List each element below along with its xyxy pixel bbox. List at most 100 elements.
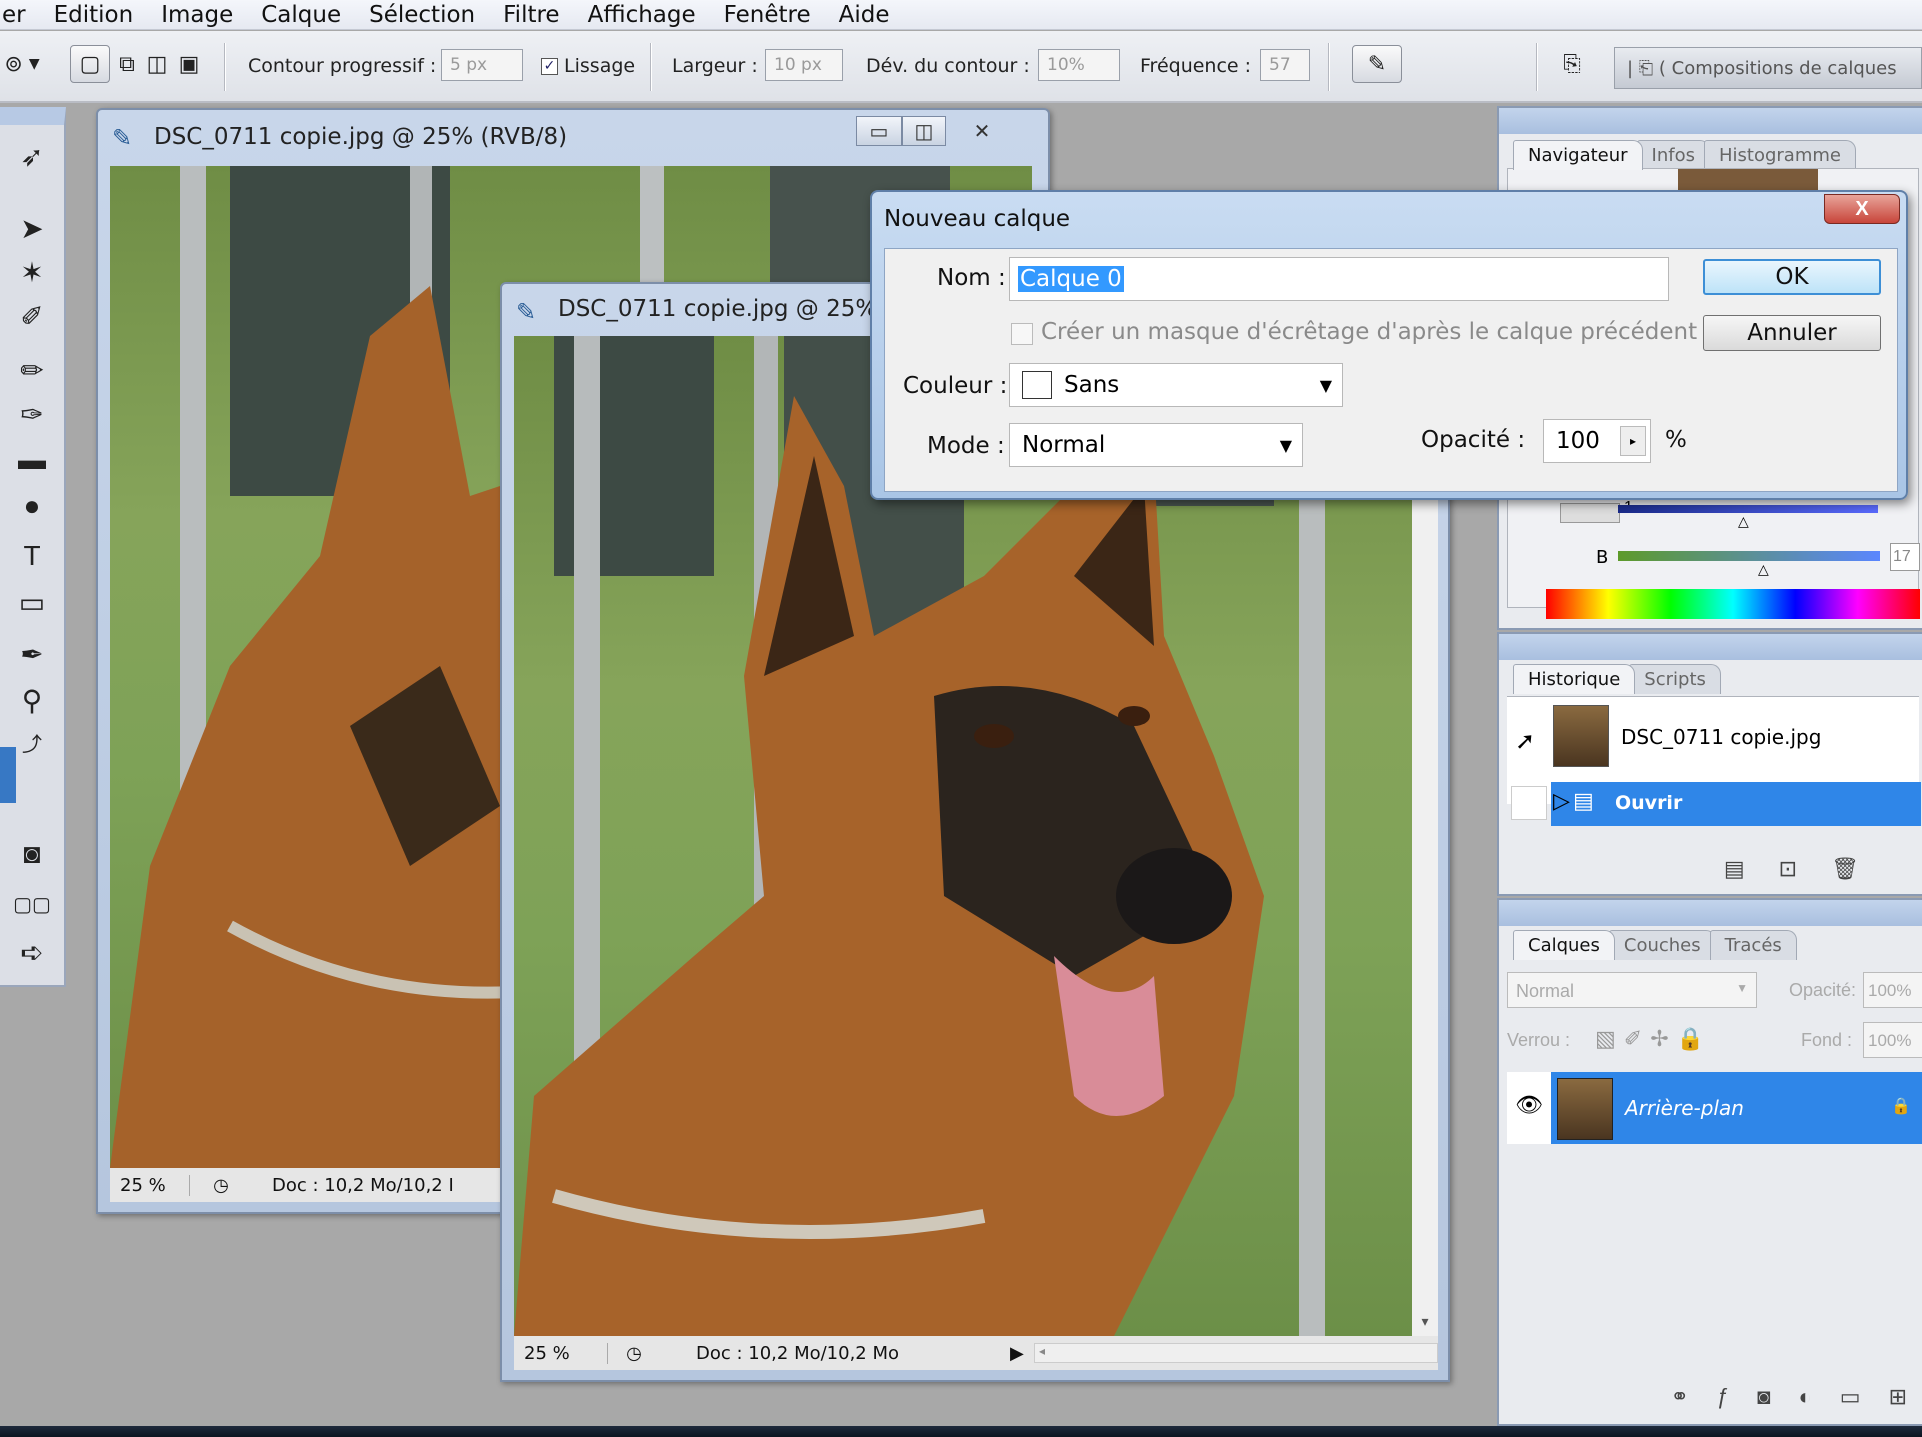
antialias-checkbox[interactable]: ✓ Lissage: [541, 55, 635, 77]
opacity-input[interactable]: 100 ▸: [1543, 419, 1651, 463]
slider-triangle-icon[interactable]: △: [1758, 561, 1769, 578]
camera-icon[interactable]: ⊡: [1779, 856, 1797, 890]
chevron-down-icon: ▼: [1319, 375, 1332, 395]
maximize-button[interactable]: ◫: [902, 116, 946, 146]
subtract-selection-icon[interactable]: ◫: [142, 45, 172, 83]
horizontal-scrollbar[interactable]: ◂: [1034, 1343, 1438, 1363]
mode-select[interactable]: Normal ▼: [1009, 423, 1303, 467]
stylus-pressure-icon[interactable]: ✎: [1352, 45, 1402, 83]
imageready-icon[interactable]: ➪: [8, 933, 56, 971]
channel-slider-r[interactable]: [1618, 505, 1878, 513]
new-layer-dialog: Nouveau calque X Nom : Calque 0 Créer un…: [870, 190, 1908, 500]
layer-row-background[interactable]: Arrière-plan 🔒: [1551, 1072, 1922, 1144]
history-brush-source-icon[interactable]: ➚: [1515, 727, 1535, 756]
intersect-selection-icon[interactable]: ▣: [174, 45, 204, 83]
zoom-readout[interactable]: 25 %: [514, 1342, 608, 1364]
menu-item-filtre[interactable]: Filtre: [503, 2, 559, 28]
ok-button[interactable]: OK: [1703, 259, 1881, 295]
minimize-button[interactable]: ▭: [856, 116, 902, 146]
tab-navigateur[interactable]: Navigateur: [1513, 140, 1643, 170]
screen-mode-icon[interactable]: ▢▢: [8, 885, 56, 923]
history-step-row[interactable]: ▷ ▤ Ouvrir: [1511, 782, 1921, 826]
separator: [1328, 43, 1330, 91]
frequency-input[interactable]: 57: [1260, 49, 1310, 81]
link-layers-icon[interactable]: ⚭: [1670, 1384, 1688, 1418]
document-icon: ▤: [1573, 788, 1594, 813]
blend-mode-select[interactable]: Normal ▼: [1507, 972, 1757, 1008]
gradient-tool-icon[interactable]: ▬: [8, 441, 56, 479]
new-document-icon[interactable]: ▤: [1724, 856, 1745, 890]
foreground-color-swatch[interactable]: [0, 747, 16, 803]
burn-tool-icon[interactable]: ●: [8, 487, 56, 525]
menu-item-calque[interactable]: Calque: [261, 2, 341, 28]
menu-item-selection[interactable]: Sélection: [369, 2, 475, 28]
cancel-button[interactable]: Annuler: [1703, 315, 1881, 351]
visibility-eye-icon[interactable]: 👁: [1507, 1072, 1551, 1144]
tab-scripts[interactable]: Scripts: [1629, 664, 1721, 694]
new-group-icon[interactable]: ▭: [1840, 1384, 1861, 1418]
zoom-tool-icon[interactable]: ⚲: [8, 681, 56, 719]
menu-item-edition[interactable]: Edition: [54, 2, 134, 28]
tab-traces[interactable]: Tracés: [1709, 930, 1797, 960]
contrast-input[interactable]: 10%: [1038, 49, 1120, 81]
layer-mask-icon[interactable]: ◙: [1757, 1384, 1770, 1418]
scroll-down-icon[interactable]: ▾: [1412, 1313, 1438, 1330]
zoom-readout[interactable]: 25 %: [110, 1174, 190, 1196]
fill-field[interactable]: 100%: [1863, 1022, 1922, 1058]
name-input[interactable]: Calque 0: [1009, 257, 1669, 301]
tool-preset-picker[interactable]: ⊚ ▼: [0, 45, 44, 83]
healing-brush-icon[interactable]: ✐: [8, 297, 56, 335]
type-tool-icon[interactable]: T: [8, 537, 56, 575]
panel-tab-icon[interactable]: | ⎗ (: [1627, 58, 1672, 79]
snapshot-label[interactable]: DSC_0711 copie.jpg: [1621, 725, 1821, 749]
eyedropper-tool-icon[interactable]: ✒: [8, 635, 56, 673]
separator: [224, 43, 226, 91]
menu-item-file[interactable]: er: [2, 2, 26, 28]
magic-wand-tool-icon[interactable]: ✶: [8, 253, 56, 291]
dialog-close-button[interactable]: X: [1824, 194, 1900, 224]
clip-mask-checkbox[interactable]: [1011, 323, 1033, 345]
compositions-tab[interactable]: Compositions de calques: [1672, 58, 1897, 79]
feather-logo-icon: ➶: [20, 140, 44, 172]
history-brush-icon[interactable]: ✑: [8, 395, 56, 433]
shape-tool-icon[interactable]: ▭: [8, 583, 56, 621]
brush-tool-icon[interactable]: ✏: [8, 351, 56, 389]
new-selection-icon[interactable]: ▢: [70, 45, 110, 83]
status-menu-icon[interactable]: ◷: [608, 1343, 660, 1364]
color-swatch[interactable]: [1560, 503, 1620, 523]
menu-item-image[interactable]: Image: [161, 2, 233, 28]
adjustment-layer-icon[interactable]: ◐: [1798, 1384, 1811, 1418]
layer-style-icon[interactable]: ƒ: [1717, 1384, 1729, 1418]
tab-infos[interactable]: Infos: [1636, 140, 1710, 170]
slider-triangle-icon[interactable]: △: [1738, 513, 1749, 530]
history-brush-slot[interactable]: [1511, 786, 1547, 820]
opacity-slider-arrow-icon[interactable]: ▸: [1620, 426, 1646, 456]
status-arrow-icon[interactable]: ▶: [1010, 1343, 1034, 1364]
channel-b-field[interactable]: 17: [1890, 543, 1920, 571]
palette-well-icon[interactable]: ⎘: [1552, 45, 1592, 83]
trash-icon[interactable]: 🗑: [1831, 856, 1859, 890]
feather-input[interactable]: 5 px: [441, 49, 523, 81]
status-menu-icon[interactable]: ◷: [190, 1175, 252, 1196]
menu-item-affichage[interactable]: Affichage: [588, 2, 696, 28]
close-button[interactable]: ✕: [946, 116, 1018, 146]
menu-item-aide[interactable]: Aide: [839, 2, 890, 28]
color-select[interactable]: Sans ▼: [1009, 363, 1343, 407]
width-input[interactable]: 10 px: [765, 49, 843, 81]
feather-label: Contour progressif :: [248, 55, 437, 77]
opacity-unit: %: [1665, 427, 1687, 453]
tab-historique[interactable]: Historique: [1513, 664, 1636, 694]
tab-calques[interactable]: Calques: [1513, 930, 1615, 960]
opacity-field[interactable]: 100%: [1863, 972, 1922, 1008]
tab-couches[interactable]: Couches: [1608, 930, 1716, 960]
quick-mask-icon[interactable]: ◙: [8, 835, 56, 873]
move-tool-icon[interactable]: ➤: [8, 209, 56, 247]
add-selection-icon[interactable]: ⧉: [112, 45, 142, 83]
menu-item-fenetre[interactable]: Fenêtre: [724, 2, 811, 28]
new-layer-icon[interactable]: ⊞: [1889, 1384, 1907, 1418]
color-ramp[interactable]: [1546, 589, 1920, 619]
tab-histogramme[interactable]: Histogramme: [1704, 140, 1856, 170]
lock-icon: 🔒: [1891, 1098, 1911, 1115]
lock-icons[interactable]: ▧✐✢🔒: [1595, 1026, 1712, 1052]
channel-slider-b[interactable]: [1618, 551, 1880, 561]
